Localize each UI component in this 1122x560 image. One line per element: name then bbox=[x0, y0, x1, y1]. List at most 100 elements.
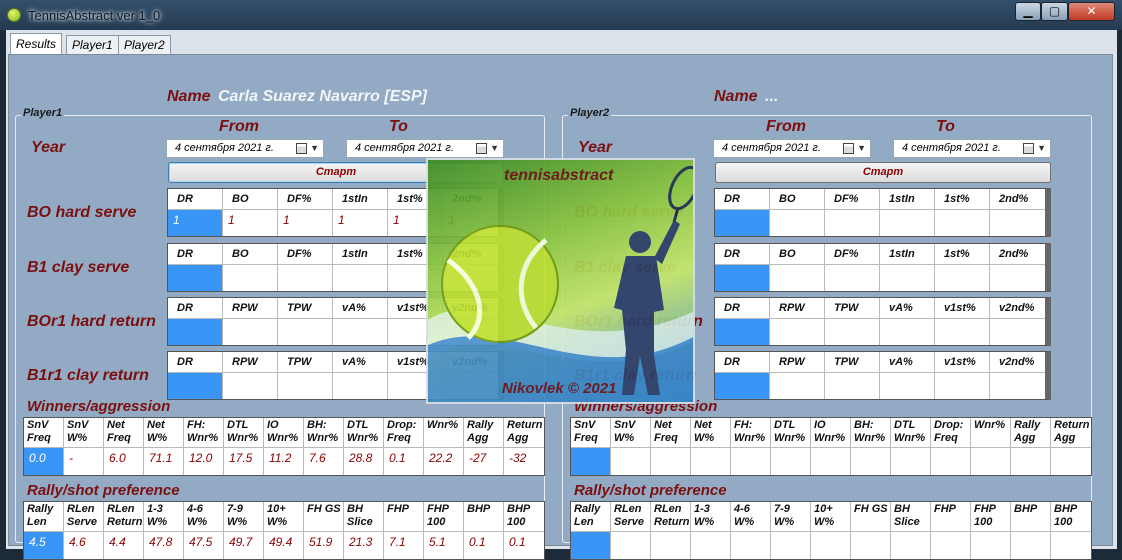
grid-cell[interactable] bbox=[891, 532, 930, 559]
column-header[interactable]: SnV Freq bbox=[571, 418, 610, 448]
column-header[interactable]: DR bbox=[168, 244, 222, 265]
grid-cell[interactable] bbox=[1051, 532, 1091, 559]
grid-cell[interactable] bbox=[880, 265, 934, 291]
grid-cell[interactable] bbox=[651, 448, 690, 475]
column-header[interactable]: FHP bbox=[931, 502, 970, 532]
grid-cell[interactable]: 49.7 bbox=[224, 532, 263, 559]
column-header[interactable]: 1st% bbox=[935, 244, 989, 265]
column-header[interactable]: Rally Len bbox=[571, 502, 610, 532]
grid-cell[interactable] bbox=[1011, 448, 1050, 475]
player1-rally-grid[interactable]: Rally Len 4.5 RLen Serve 4.6 RLen Return 4.4 1… bbox=[23, 501, 545, 560]
column-header[interactable]: Drop: Freq bbox=[384, 418, 423, 448]
column-header[interactable]: 4-6 W% bbox=[731, 502, 770, 532]
column-header[interactable]: SnV Freq bbox=[24, 418, 63, 448]
column-header[interactable]: 1stIn bbox=[333, 189, 387, 210]
column-header[interactable]: FHP 100 bbox=[424, 502, 463, 532]
column-header[interactable]: vA% bbox=[333, 352, 387, 373]
column-header[interactable]: 7-9 W% bbox=[224, 502, 263, 532]
column-header[interactable]: Net Freq bbox=[651, 418, 690, 448]
grid-cell[interactable]: 4.5 bbox=[24, 532, 63, 559]
grid-cell[interactable] bbox=[571, 448, 610, 475]
column-header[interactable]: RPW bbox=[770, 298, 824, 319]
column-header[interactable]: vA% bbox=[880, 298, 934, 319]
column-header[interactable]: RPW bbox=[223, 298, 277, 319]
grid-cell[interactable] bbox=[825, 210, 879, 236]
column-header[interactable]: BHP 100 bbox=[1051, 502, 1091, 532]
grid-cell[interactable]: 12.0 bbox=[184, 448, 223, 475]
grid-cell[interactable] bbox=[731, 532, 770, 559]
grid-cell[interactable] bbox=[611, 448, 650, 475]
player2-b1r1-clay-return-grid[interactable]: DR RPW TPW vA% v1st% v2nd% bbox=[714, 351, 1051, 400]
grid-cell[interactable] bbox=[168, 265, 222, 291]
column-header[interactable]: RLen Return bbox=[651, 502, 690, 532]
grid-cell[interactable] bbox=[715, 373, 769, 399]
grid-cell[interactable]: 0.1 bbox=[384, 448, 423, 475]
column-header[interactable]: Return Agg bbox=[1051, 418, 1091, 448]
player2-b1-clay-serve-grid[interactable]: DR BO DF% 1stIn 1st% 2nd% bbox=[714, 243, 1051, 292]
column-header[interactable]: DF% bbox=[825, 244, 879, 265]
player2-bor1-hard-return-grid[interactable]: DR RPW TPW vA% v1st% v2nd% bbox=[714, 297, 1051, 346]
grid-cell[interactable]: 1 bbox=[333, 210, 387, 236]
grid-cell[interactable] bbox=[880, 210, 934, 236]
grid-cell[interactable] bbox=[971, 532, 1010, 559]
grid-cell[interactable] bbox=[223, 319, 277, 345]
column-header[interactable]: DR bbox=[168, 298, 222, 319]
column-header[interactable]: 1stIn bbox=[333, 244, 387, 265]
grid-cell[interactable] bbox=[223, 373, 277, 399]
chevron-down-icon[interactable]: ▼ bbox=[857, 140, 866, 157]
grid-cell[interactable] bbox=[825, 373, 879, 399]
column-header[interactable]: v2nd% bbox=[990, 298, 1045, 319]
column-header[interactable]: 1-3 W% bbox=[691, 502, 730, 532]
grid-cell[interactable]: -27 bbox=[464, 448, 503, 475]
grid-cell[interactable] bbox=[715, 210, 769, 236]
column-header[interactable]: IO Wnr% bbox=[811, 418, 850, 448]
column-header[interactable]: TPW bbox=[278, 298, 332, 319]
column-header[interactable]: DR bbox=[168, 189, 222, 210]
maximize-button[interactable]: ▢ bbox=[1041, 2, 1068, 21]
column-header[interactable]: BHP bbox=[1011, 502, 1050, 532]
grid-cell[interactable]: 7.1 bbox=[384, 532, 423, 559]
grid-cell[interactable]: 1 bbox=[278, 210, 332, 236]
column-header[interactable]: Drop: Freq bbox=[931, 418, 970, 448]
column-header[interactable]: 1stIn bbox=[880, 244, 934, 265]
grid-cell[interactable]: 71.1 bbox=[144, 448, 183, 475]
column-header[interactable]: TPW bbox=[825, 352, 879, 373]
grid-cell[interactable]: 47.5 bbox=[184, 532, 223, 559]
player2-start-button[interactable]: Старт bbox=[715, 162, 1051, 183]
column-header[interactable]: SnV W% bbox=[611, 418, 650, 448]
grid-cell[interactable]: 0.1 bbox=[464, 532, 503, 559]
player2-winners-grid[interactable]: SnV Freq SnV W% Net Freq Net W% FH: Wnr% DTL … bbox=[570, 417, 1092, 476]
column-header[interactable]: vA% bbox=[333, 298, 387, 319]
column-header[interactable]: 2nd% bbox=[990, 189, 1045, 210]
grid-cell[interactable] bbox=[935, 210, 989, 236]
grid-cell[interactable]: 11.2 bbox=[264, 448, 303, 475]
grid-cell[interactable]: 51.9 bbox=[304, 532, 343, 559]
column-header[interactable]: 4-6 W% bbox=[184, 502, 223, 532]
grid-cell[interactable] bbox=[935, 319, 989, 345]
grid-cell[interactable] bbox=[731, 448, 770, 475]
column-header[interactable]: 1st% bbox=[935, 189, 989, 210]
grid-cell[interactable] bbox=[935, 265, 989, 291]
grid-cell[interactable]: 28.8 bbox=[344, 448, 383, 475]
column-header[interactable]: RLen Return bbox=[104, 502, 143, 532]
column-header[interactable]: 10+ W% bbox=[811, 502, 850, 532]
column-header[interactable]: DR bbox=[168, 352, 222, 373]
column-header[interactable]: 7-9 W% bbox=[771, 502, 810, 532]
column-header[interactable]: BH: Wnr% bbox=[851, 418, 890, 448]
column-header[interactable]: BHP bbox=[464, 502, 503, 532]
grid-cell[interactable] bbox=[333, 265, 387, 291]
grid-cell[interactable] bbox=[931, 448, 970, 475]
column-header[interactable]: RLen Serve bbox=[611, 502, 650, 532]
column-header[interactable]: Net Freq bbox=[104, 418, 143, 448]
grid-cell[interactable] bbox=[825, 265, 879, 291]
column-header[interactable]: DR bbox=[715, 244, 769, 265]
column-header[interactable]: 1stIn bbox=[880, 189, 934, 210]
grid-cell[interactable] bbox=[691, 448, 730, 475]
column-header[interactable]: 10+ W% bbox=[264, 502, 303, 532]
grid-cell[interactable] bbox=[771, 532, 810, 559]
chevron-down-icon[interactable]: ▼ bbox=[1037, 140, 1046, 157]
grid-cell[interactable]: 1 bbox=[223, 210, 277, 236]
player2-to-date-picker[interactable]: 4 сентября 2021 г. ▼ bbox=[893, 139, 1051, 158]
column-header[interactable]: Rally Agg bbox=[1011, 418, 1050, 448]
player2-bo-hard-serve-grid[interactable]: DR BO DF% 1stIn 1st% 2nd% bbox=[714, 188, 1051, 237]
